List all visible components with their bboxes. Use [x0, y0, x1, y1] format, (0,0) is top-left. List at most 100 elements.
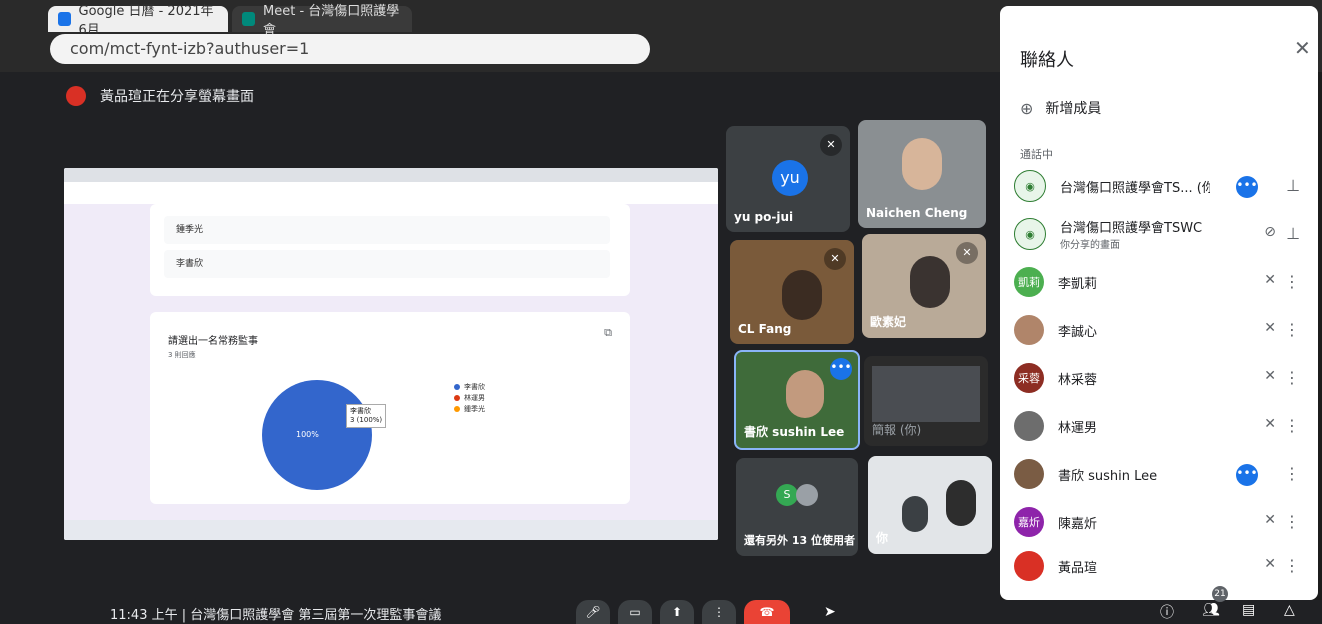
participant-row[interactable]: 書欣 sushin Lee ••• ⋮ [1014, 452, 1304, 496]
participant-row[interactable]: ◉ 台灣傷口照護學會TSWC 你分享的畫面 ⊘ ⊥ [1014, 212, 1304, 256]
more-vert-icon[interactable]: ⋮ [1284, 556, 1300, 575]
participant-video [786, 370, 824, 418]
more-vert-icon[interactable]: ⋮ [1284, 368, 1300, 387]
tab-calendar[interactable]: Google 日曆 - 2021年6月 [48, 4, 228, 38]
avatar: 嘉炘 [1014, 507, 1044, 537]
mic-off-icon: ✕ [1264, 556, 1276, 572]
tooltip-value: 3 (100%) [350, 416, 383, 424]
avatar: S [776, 484, 798, 506]
participant-name: 黃品瑄 [1058, 560, 1098, 576]
avatar: 凱莉 [1014, 267, 1044, 297]
participant-name: 李誠心 [1058, 324, 1098, 340]
more-options-icon[interactable]: ••• [830, 358, 852, 380]
participant-row[interactable]: 凱莉 李凱莉 ✕ ⋮ [1014, 260, 1304, 304]
more-vert-icon[interactable]: ⋮ [1284, 512, 1300, 531]
present-button[interactable]: ⬆ [660, 600, 694, 624]
participant-name: 李凱莉 [1058, 276, 1098, 292]
meeting-details: 11:43 上午 | 台灣傷口照護學會 第三屆第一次理監事會議 [110, 608, 442, 623]
mic-off-icon: ✕ [1264, 320, 1276, 336]
mic-button[interactable]: 🎤︎ [576, 600, 610, 624]
avatar: yu [772, 160, 808, 196]
presenting-banner: 黃品瑄正在分享螢幕畫面 [66, 86, 254, 106]
legend-item: 鍾季光 [454, 404, 485, 414]
avatar [1014, 459, 1044, 489]
more-options-button[interactable]: ⋮ [702, 600, 736, 624]
tile-yu-po-jui[interactable]: yu ✕ yu po-jui [726, 126, 850, 232]
tab-title: Meet - 台灣傷口照護學會 [263, 4, 400, 38]
participant-row[interactable]: 林運男 ✕ ⋮ [1014, 404, 1304, 448]
pin-icon[interactable]: ⊥ [1286, 176, 1300, 195]
shared-bookmarks-bar [64, 194, 718, 204]
people-panel: 聯絡人 ✕ ⊕ 新增成員 通話中 ◉ 台灣傷口照護學會TS... (你) •••… [1000, 6, 1318, 600]
tile-others[interactable]: S 還有另外 13 位使用者 [736, 458, 858, 556]
tile-self-presentation[interactable]: 簡報 (你) [864, 356, 988, 446]
mic-off-icon: ✕ [1264, 512, 1276, 528]
participant-row[interactable]: ◉ 台灣傷口照護學會TS... (你) ••• ⊥ [1014, 164, 1304, 208]
participant-name: 陳嘉炘 [1058, 516, 1098, 532]
tile-name: 書欣 sushin Lee [744, 425, 845, 439]
tile-name: Naichen Cheng [866, 206, 968, 220]
participant-row[interactable]: 采蓉 林采蓉 ✕ ⋮ [1014, 356, 1304, 400]
leave-call-button[interactable]: ☎ [744, 600, 790, 624]
legend-item: 林運男 [454, 393, 485, 403]
participant-row[interactable]: 李誠心 ✕ ⋮ [1014, 308, 1304, 352]
tile-sushin-lee[interactable]: ••• 書欣 sushin Lee [734, 350, 860, 450]
question-title: 請選出一名常務監事 [168, 336, 258, 347]
mic-off-icon: ✕ [824, 248, 846, 270]
logo-avatar: ◉ [1014, 218, 1046, 250]
more-vert-icon[interactable]: ⋮ [1284, 416, 1300, 435]
more-options-icon[interactable]: ••• [1236, 464, 1258, 486]
tile-you[interactable]: 你 [868, 456, 992, 554]
participant-row[interactable]: 嘉炘 陳嘉炘 ✕ ⋮ [1014, 500, 1304, 544]
option-row: 李書欣 [164, 250, 610, 278]
tile-name: 你 [876, 531, 889, 545]
mic-off-icon: ✕ [820, 134, 842, 156]
more-vert-icon[interactable]: ⋮ [1284, 320, 1300, 339]
add-people-button[interactable]: ⊕ 新增成員 [1020, 98, 1101, 118]
participant-name: 林采蓉 [1058, 372, 1098, 388]
participant-row[interactable]: 黃品瑄 ✕ ⋮ [1014, 544, 1304, 588]
logo-avatar: ◉ [1014, 170, 1046, 202]
more-options-icon[interactable]: ••• [1236, 176, 1258, 198]
participant-name: 書欣 sushin Lee [1058, 468, 1158, 484]
presentation-thumbnail [872, 366, 980, 422]
address-bar[interactable]: com/mct-fynt-izb?authuser=1 [50, 34, 650, 64]
response-count: 3 則回應 [168, 351, 196, 359]
activities-icon[interactable]: △ [1284, 602, 1295, 618]
slice-label: 100% [296, 430, 319, 439]
tile-ou-su-fei[interactable]: ✕ 歐素妃 [862, 234, 986, 338]
participant-count-badge: 21 [1212, 586, 1228, 602]
mic-off-icon: ✕ [1264, 368, 1276, 384]
tile-naichen-cheng[interactable]: Naichen Cheng [858, 120, 986, 228]
avatar [1014, 551, 1044, 581]
close-icon[interactable]: ✕ [1294, 36, 1311, 60]
forms-summary-page: 鍾季光 李書欣 請選出一名常務監事 3 則回應 ⧉ 100% 李書欣 3 (10… [64, 204, 718, 520]
mouse-cursor: ➤ [824, 604, 836, 620]
participant-video [902, 496, 928, 532]
more-vert-icon[interactable]: ⋮ [1284, 272, 1300, 291]
tile-cl-fang[interactable]: ✕ CL Fang [730, 240, 854, 344]
shared-tabstrip [64, 168, 718, 182]
more-vert-icon[interactable]: ⋮ [1284, 464, 1300, 483]
pin-icon[interactable]: ⊥ [1286, 224, 1300, 243]
add-person-icon: ⊕ [1020, 98, 1034, 118]
presenting-text: 黃品瑄正在分享螢幕畫面 [100, 89, 254, 105]
calendar-icon [58, 12, 71, 26]
question-card: 請選出一名常務監事 3 則回應 ⧉ 100% 李書欣 3 (100%) 李書欣 … [150, 312, 630, 504]
copy-icon[interactable]: ⧉ [604, 326, 612, 340]
tile-name: yu po-jui [734, 210, 794, 224]
add-label: 新增成員 [1045, 101, 1102, 117]
camera-button[interactable]: ▭ [618, 600, 652, 624]
tile-name: 歐素妃 [870, 315, 907, 329]
stop-sharing-icon[interactable]: ⊘ [1264, 224, 1276, 240]
participant-video [910, 256, 950, 308]
pie-tooltip: 李書欣 3 (100%) [346, 404, 387, 428]
chat-icon[interactable]: ▤ [1242, 602, 1255, 618]
tab-meet[interactable]: Meet - 台灣傷口照護學會 [232, 4, 412, 38]
avatar: 采蓉 [1014, 363, 1044, 393]
participant-name: 台灣傷口照護學會TSWC 你分享的畫面 [1060, 221, 1203, 251]
participant-name: 台灣傷口照護學會TS... (你) [1060, 180, 1210, 196]
meet-icon [242, 12, 256, 26]
info-icon[interactable]: ⓘ [1160, 602, 1174, 622]
people-icon[interactable]: 👥︎ [1202, 602, 1220, 618]
